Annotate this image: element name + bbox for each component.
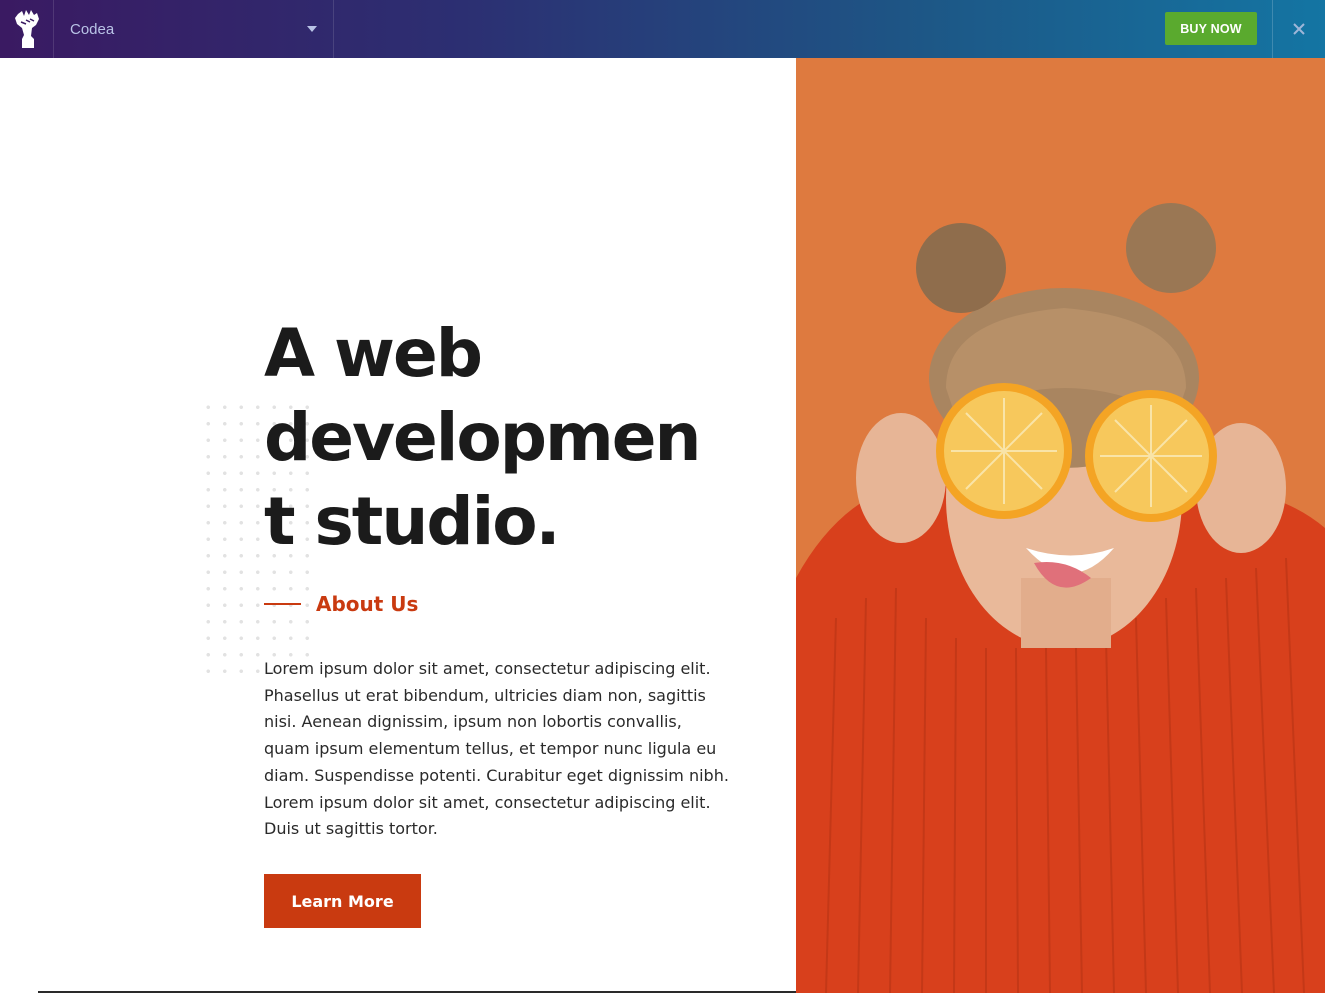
accent-line (264, 603, 301, 605)
logo[interactable] (0, 0, 54, 58)
hero-photo (796, 58, 1325, 993)
hero-title-line: A web (264, 315, 483, 392)
hero-title: A web developmen t studio. (264, 312, 734, 564)
hero-photo-illustration (796, 58, 1325, 993)
close-preview-button[interactable] (1272, 0, 1325, 58)
close-icon (1293, 23, 1305, 35)
about-section-label: About Us (264, 592, 418, 616)
raised-fist-icon (14, 10, 39, 48)
caret-down-icon (307, 26, 317, 32)
intro-paragraph: Lorem ipsum dolor sit amet, consectetur … (264, 659, 729, 839)
hero-title-line: t studio. (264, 483, 561, 560)
learn-more-button[interactable]: Learn More (264, 874, 421, 928)
hero-title-line: developmen (264, 399, 702, 476)
theme-name: Codea (70, 20, 115, 38)
preview-topbar: Codea BUY NOW (0, 0, 1325, 58)
about-us-label: About Us (316, 592, 419, 616)
theme-select-dropdown[interactable]: Codea (54, 0, 334, 58)
buy-now-button[interactable]: BUY NOW (1165, 12, 1257, 45)
